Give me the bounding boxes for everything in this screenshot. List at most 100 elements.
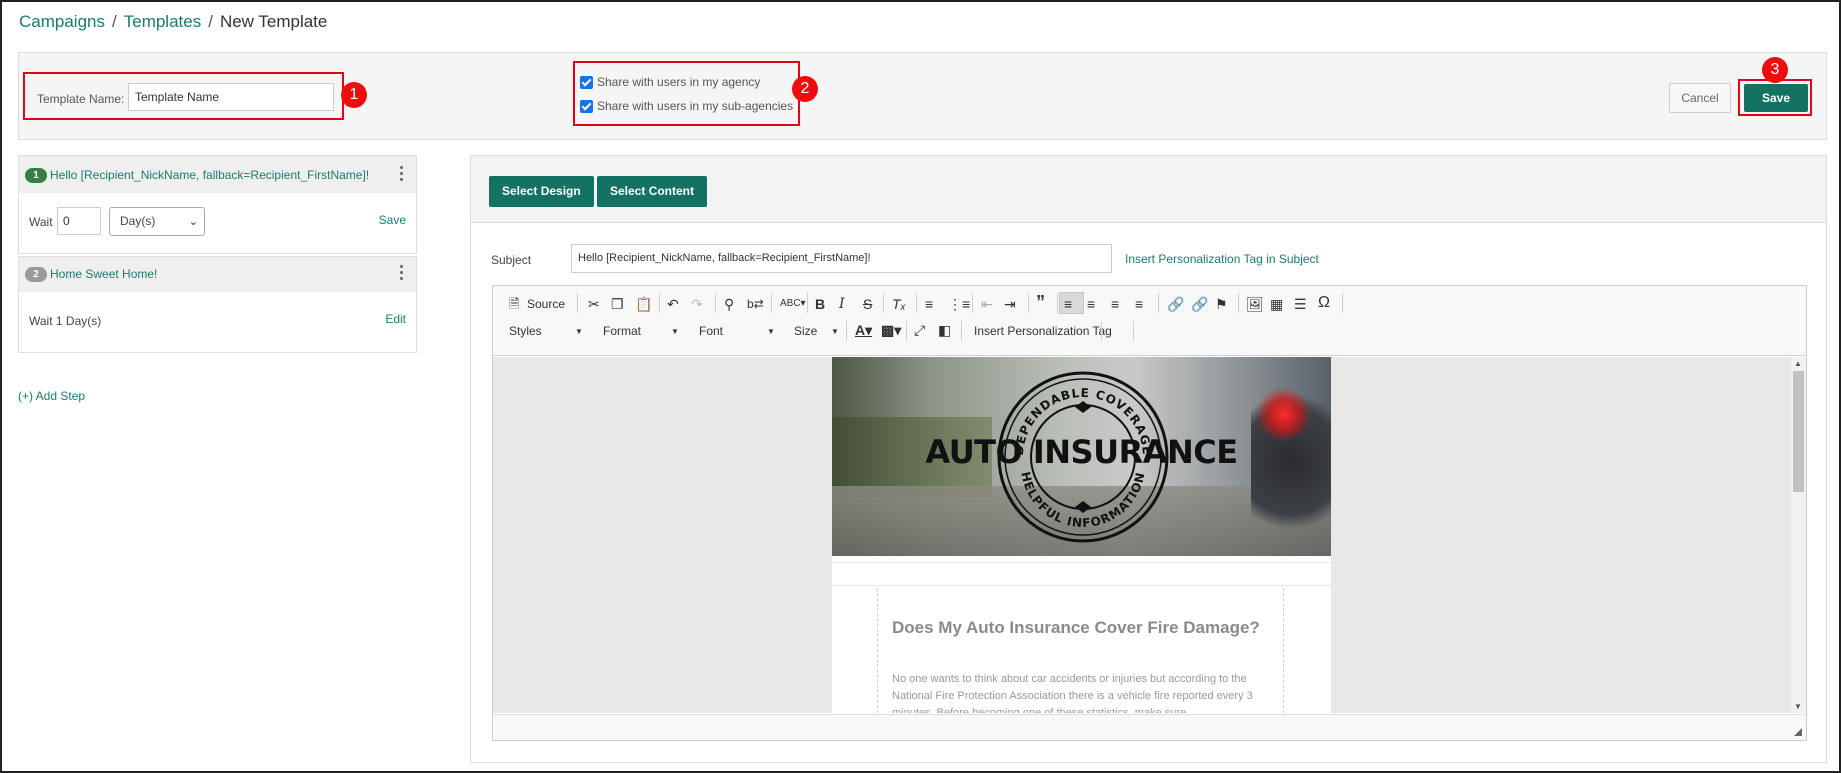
rich-text-editor: 🗎 Source ✂ ❐ 📋 ↶ ↷ ⚲ b⇄ ABC▾ B I S Tₓ ≡ … [492, 285, 1807, 741]
maximize-icon[interactable]: ⤢ [914, 322, 925, 338]
justify-icon[interactable]: ≡ [1135, 296, 1143, 312]
italic-icon[interactable]: I [839, 296, 845, 312]
step-2-wait-text: Wait 1 Day(s) [29, 314, 102, 328]
step-2-edit-link[interactable]: Edit [385, 312, 406, 326]
image-icon[interactable]: 🖼 [1246, 296, 1264, 312]
step-1-wait-input[interactable]: 0 [57, 207, 101, 235]
select-design-button[interactable]: Select Design [489, 176, 594, 207]
step-1-title[interactable]: Hello [Recipient_NickName, fallback=Reci… [50, 168, 369, 182]
text-color-icon[interactable]: A▾ [855, 322, 872, 338]
undo-icon[interactable]: ↶ [667, 296, 679, 312]
add-step-link[interactable]: (+) Add Step [18, 389, 85, 403]
editor-toolbar: 🗎 Source ✂ ❐ 📋 ↶ ↷ ⚲ b⇄ ABC▾ B I S Tₓ ≡ … [493, 286, 1806, 356]
horizontal-line-icon[interactable]: ☰ [1294, 296, 1307, 312]
callout-badge-3: 3 [1762, 57, 1788, 83]
step-1-unit-select[interactable]: Day(s) ⌄ [109, 207, 205, 236]
email-preview: DEPENDABLE COVERAGE HELPFUL INFORMATION … [832, 357, 1331, 713]
step-1-wait-label: Wait [29, 215, 53, 229]
cancel-button[interactable]: Cancel [1669, 83, 1731, 113]
breadcrumb-current: New Template [219, 12, 328, 31]
share-subagencies-checkbox[interactable] [580, 99, 593, 113]
editor-top-bar: Select Design Select Content [471, 156, 1826, 223]
special-char-icon[interactable]: Ω [1318, 295, 1330, 311]
paste-icon[interactable]: 📋 [635, 296, 652, 312]
breadcrumb-campaigns[interactable]: Campaigns [19, 12, 105, 31]
size-dropdown[interactable]: Size [794, 324, 817, 338]
share-agency-checkbox[interactable] [580, 75, 593, 89]
link-icon[interactable]: 🔗 [1167, 296, 1184, 312]
chevron-down-icon: ⌄ [188, 216, 198, 228]
insert-tag-subject-link[interactable]: Insert Personalization Tag in Subject [1125, 252, 1319, 266]
show-blocks-icon[interactable]: ◧ [938, 322, 951, 338]
styles-caret-icon: ▼ [575, 327, 583, 336]
hero-title: AUTO INSURANCE [925, 433, 1238, 471]
breadcrumb: Campaigns / Templates / New Template [19, 12, 328, 31]
copy-icon[interactable]: ❐ [611, 296, 624, 312]
step-2: 2 Home Sweet Home! Wait 1 Day(s) Edit [18, 256, 417, 353]
indent-icon[interactable]: ⇥ [1004, 296, 1016, 312]
redo-icon[interactable]: ↷ [691, 296, 703, 312]
step-1: 1 Hello [Recipient_NickName, fallback=Rec… [18, 155, 417, 254]
save-template-button[interactable]: Save [1744, 84, 1808, 112]
template-name-input[interactable]: Template Name [128, 83, 334, 111]
table-icon[interactable]: ▦ [1270, 296, 1283, 312]
select-content-button[interactable]: Select Content [597, 176, 708, 207]
align-right-icon[interactable]: ≡ [1111, 296, 1119, 312]
steps-panel: 1 Hello [Recipient_NickName, fallback=Rec… [18, 155, 417, 355]
font-dropdown[interactable]: Font [699, 324, 723, 338]
subject-label: Subject [491, 253, 532, 267]
step-2-more-icon[interactable] [400, 265, 404, 283]
bold-icon[interactable]: B [815, 296, 825, 312]
step-2-body: Wait 1 Day(s) Edit [19, 292, 416, 352]
template-name-label: Template Name: [37, 92, 125, 106]
step-2-number: 2 [25, 267, 47, 282]
callout-box-2 [573, 61, 800, 126]
step-1-header[interactable]: 1 Hello [Recipient_NickName, fallback=Rec… [19, 156, 416, 193]
align-left-icon[interactable]: ≡ [1064, 296, 1072, 312]
article-title: Does My Auto Insurance Cover Fire Damage… [892, 618, 1260, 637]
share-agency-label: Share with users in my agency [597, 75, 761, 89]
editor-scrollbar[interactable]: ▲ ▼ [1791, 357, 1806, 713]
scroll-up-icon[interactable]: ▲ [1794, 359, 1802, 368]
email-editor-panel: Select Design Select Content Subject Hel… [470, 155, 1827, 763]
anchor-flag-icon[interactable]: ⚑ [1215, 296, 1228, 312]
cut-icon[interactable]: ✂ [588, 296, 600, 312]
resize-handle-icon[interactable] [1794, 728, 1802, 736]
hero-image: DEPENDABLE COVERAGE HELPFUL INFORMATION … [832, 357, 1331, 556]
app-frame: Campaigns / Templates / New Template 1 Templ… [0, 0, 1841, 773]
article-text: No one wants to think about car accident… [892, 673, 1253, 713]
outdent-icon[interactable]: ⇤ [981, 296, 993, 312]
insert-personalization-tag-button[interactable]: Insert Personalization Tag [974, 324, 1112, 338]
spellcheck-icon[interactable]: ABC▾ [780, 296, 806, 312]
scroll-thumb[interactable] [1793, 371, 1804, 492]
align-center-icon[interactable]: ≡ [1087, 296, 1095, 312]
breadcrumb-templates[interactable]: Templates [124, 12, 201, 31]
styles-dropdown[interactable]: Styles [509, 324, 542, 338]
scroll-down-icon[interactable]: ▼ [1794, 702, 1802, 711]
font-caret-icon: ▼ [767, 327, 775, 336]
step-1-save-link[interactable]: Save [379, 213, 406, 227]
strikethrough-icon[interactable]: S [863, 296, 872, 312]
background-color-icon[interactable]: ▩▾ [881, 322, 901, 338]
find-icon[interactable]: ⚲ [724, 296, 734, 312]
format-dropdown[interactable]: Format [603, 324, 641, 338]
editor-content-area[interactable]: DEPENDABLE COVERAGE HELPFUL INFORMATION … [493, 357, 1806, 713]
blockquote-icon[interactable]: ” [1036, 293, 1045, 311]
source-button[interactable]: Source [527, 297, 565, 311]
step-2-title[interactable]: Home Sweet Home! [50, 267, 157, 281]
source-icon[interactable]: 🗎 [509, 296, 519, 312]
unlink-icon[interactable]: 🔗 [1191, 296, 1208, 312]
format-caret-icon: ▼ [671, 327, 679, 336]
step-2-header[interactable]: 2 Home Sweet Home! [19, 257, 416, 292]
share-subagencies-option[interactable]: Share with users in my sub-agencies [580, 99, 793, 113]
replace-icon[interactable]: b⇄ [747, 296, 764, 312]
step-1-more-icon[interactable] [400, 166, 404, 184]
size-caret-icon: ▼ [831, 327, 839, 336]
step-1-number: 1 [25, 168, 47, 183]
bulleted-list-icon[interactable]: ⋮≡ [948, 296, 970, 312]
numbered-list-icon[interactable]: ≡ [925, 296, 933, 312]
remove-format-icon[interactable]: Tₓ [892, 296, 906, 312]
step-1-body: Wait 0 Day(s) ⌄ Save [19, 193, 416, 253]
share-agency-option[interactable]: Share with users in my agency [580, 75, 760, 89]
subject-input[interactable]: Hello [Recipient_NickName, fallback=Reci… [571, 244, 1112, 273]
